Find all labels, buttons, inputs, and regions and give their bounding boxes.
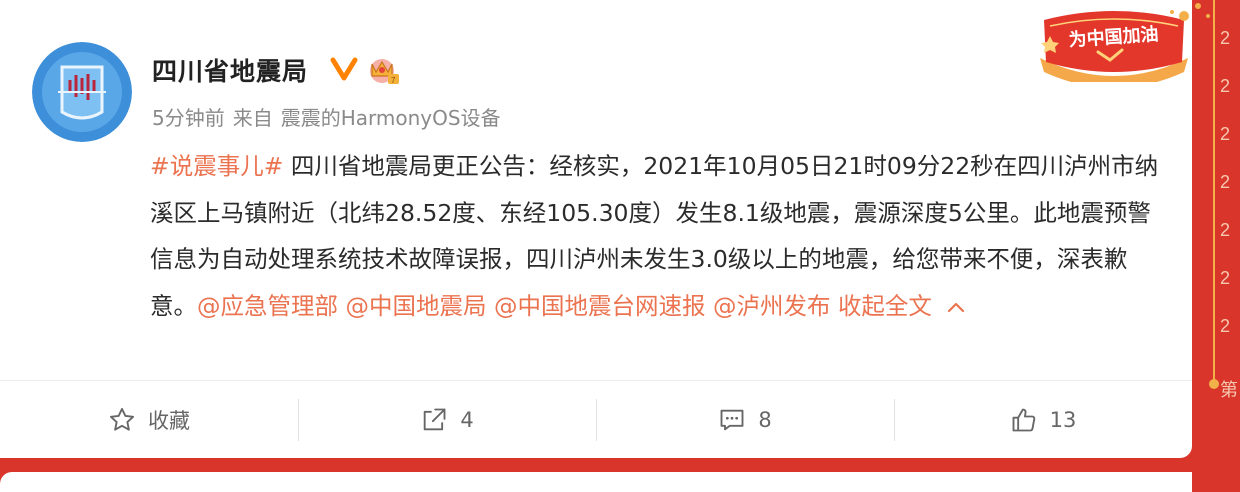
comment-button[interactable]: 8 bbox=[596, 381, 894, 458]
side-digit: 2 bbox=[1220, 172, 1230, 192]
post-source[interactable]: 震震的HarmonyOS设备 bbox=[281, 106, 501, 130]
collapse-text-button[interactable]: 收起全文 bbox=[838, 292, 966, 320]
favorite-label: 收藏 bbox=[148, 408, 190, 433]
crown-badge-icon[interactable]: 7 bbox=[366, 54, 400, 86]
side-char: 第 bbox=[1220, 380, 1238, 400]
hashtag-link[interactable]: #说震事儿# bbox=[150, 152, 283, 180]
svg-text:7: 7 bbox=[391, 76, 396, 85]
next-post-card bbox=[0, 472, 1192, 492]
side-digit: 2 bbox=[1220, 268, 1230, 288]
favorite-button[interactable]: 收藏 bbox=[0, 381, 298, 458]
side-digit: 2 bbox=[1220, 28, 1230, 48]
comment-count: 8 bbox=[758, 407, 772, 432]
author-name[interactable]: 四川省地震局 bbox=[152, 52, 308, 88]
share-icon bbox=[424, 408, 446, 430]
post-content: #说震事儿# 四川省地震局更正公告：经核实，2021年10月05日21时09分2… bbox=[150, 143, 1160, 329]
comment-icon bbox=[720, 409, 744, 430]
side-digit: 2 bbox=[1220, 76, 1230, 96]
verified-icon bbox=[330, 57, 358, 81]
side-digit: 2 bbox=[1220, 124, 1230, 144]
mention-link[interactable]: @泸州发布 bbox=[713, 292, 831, 320]
repost-count: 4 bbox=[460, 407, 474, 432]
repost-button[interactable]: 4 bbox=[298, 381, 596, 458]
side-timeline-strip: 2 2 2 2 2 2 2 第 bbox=[1192, 0, 1240, 488]
source-prefix: 来自 bbox=[232, 106, 273, 130]
festival-banner: 为中国加油 bbox=[1040, 10, 1189, 82]
side-digit: 2 bbox=[1220, 220, 1230, 240]
mention-link[interactable]: @应急管理部 bbox=[197, 292, 338, 320]
avatar[interactable] bbox=[32, 42, 132, 142]
side-digit: 2 bbox=[1220, 316, 1230, 336]
post-time[interactable]: 5分钟前 bbox=[152, 106, 225, 130]
post-meta: 5分钟前 来自 震震的HarmonyOS设备 bbox=[152, 102, 509, 131]
weibo-post-card: 四川省地震局 7 5分钟前 来自 震震的HarmonyOS设备 #说震事儿# 四川省… bbox=[0, 0, 1192, 458]
collapse-label: 收起全文 bbox=[837, 291, 932, 320]
thumbs-up-icon bbox=[1012, 408, 1035, 431]
mention-link[interactable]: @中国地震台网速报 bbox=[494, 292, 706, 320]
chevron-up-icon bbox=[947, 302, 965, 312]
star-icon bbox=[109, 407, 135, 431]
like-count: 13 bbox=[1049, 407, 1077, 432]
action-bar: 收藏 4 8 13 bbox=[0, 381, 1192, 458]
mention-link[interactable]: @中国地震局 bbox=[345, 292, 486, 320]
like-button[interactable]: 13 bbox=[894, 381, 1192, 458]
